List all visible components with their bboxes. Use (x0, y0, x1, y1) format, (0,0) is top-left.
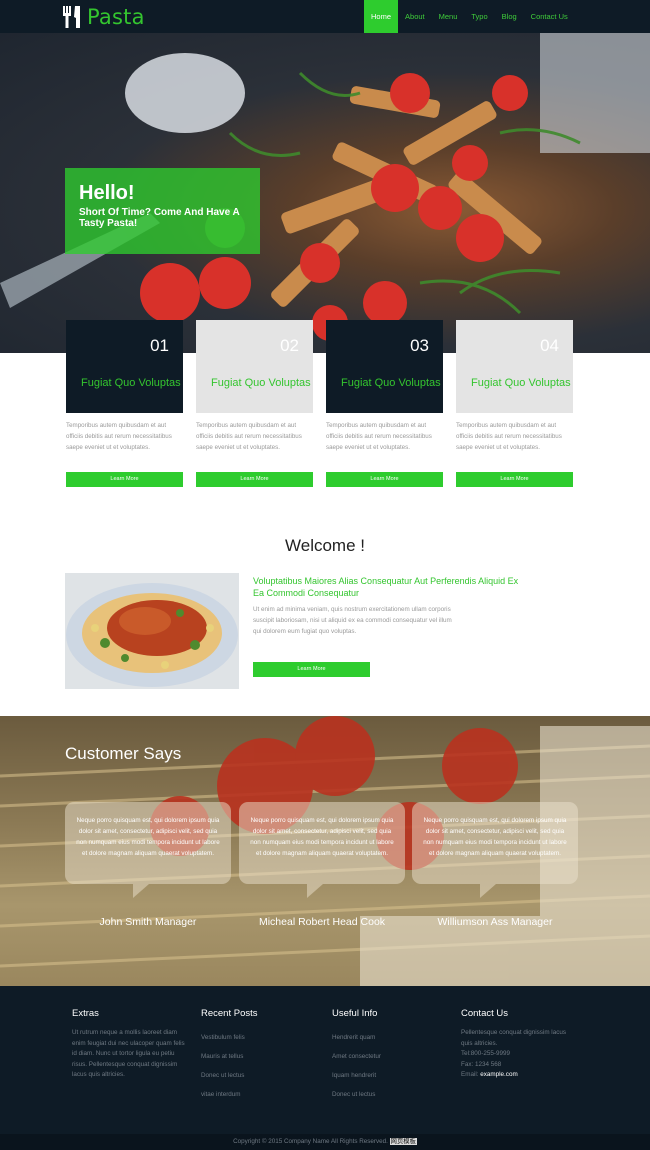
footer-useful-info: Useful Info Hendrerit quam Amet consecte… (332, 1008, 450, 1104)
hero-title: Hello! (79, 182, 135, 204)
pasta-dish-image (65, 573, 239, 689)
feature-title: Fugiat Quo Voluptas (471, 377, 571, 389)
footer-link[interactable]: Hendrerit quam (332, 1028, 450, 1047)
footer-extras-text: Ut rutrum neque a mollis laoreet diam en… (72, 1029, 185, 1078)
footer-link[interactable]: Donec ut lectus (201, 1066, 319, 1085)
nav-typo[interactable]: Typo (464, 0, 494, 33)
feature-card-4: 04 Fugiat Quo Voluptas (456, 320, 573, 413)
footer-extras: Extras Ut rutrum neque a mollis laoreet … (72, 1008, 190, 1081)
contact-email-row: Email: example.com (461, 1070, 579, 1081)
copyright-bar: Copyright © 2015 Company Name All Rights… (0, 1134, 650, 1150)
site-header: Pasta Home About Menu Typo Blog Contact … (0, 0, 650, 33)
footer-heading: Useful Info (332, 1008, 378, 1019)
footer-contact: Contact Us Pellentesque conquat dignissi… (461, 1008, 579, 1081)
copyright-link[interactable]: 网页模板 (389, 1138, 417, 1145)
testimonial-bubble: Neque porro quisquam est, qui dolorem ip… (65, 802, 231, 898)
welcome-title: Welcome ! (285, 536, 365, 555)
welcome-text: Ut enim ad minima veniam, quis nostrum e… (253, 606, 452, 635)
testimonial-bubble: Neque porro quisquam est, qui dolorem ip… (239, 802, 405, 898)
feature-title: Fugiat Quo Voluptas (81, 377, 181, 389)
hero-callout: Hello! Short Of Time? Come And Have A Ta… (65, 168, 260, 254)
footer-heading: Contact Us (461, 1008, 508, 1019)
contact-email-link[interactable]: example.com (480, 1071, 517, 1078)
bubble-tail (133, 884, 149, 898)
contact-text: Pellentesque conquat dignissim lacus qui… (461, 1029, 567, 1047)
footer-link[interactable]: vitae interdum (201, 1085, 319, 1104)
copyright-text: Copyright © 2015 Company Name All Rights… (233, 1138, 388, 1145)
learn-more-button[interactable]: Learn More (326, 472, 443, 487)
testimonials-section: Customer Says Neque porro quisquam est, … (0, 716, 650, 986)
contact-tel: Tel:800-255-9999 (461, 1050, 511, 1057)
feature-text: Temporibus autem quibusdam et aut offici… (66, 422, 172, 451)
footer-link[interactable]: Donec ut lectus (332, 1085, 450, 1104)
learn-more-button[interactable]: Learn More (66, 472, 183, 487)
learn-more-button[interactable]: Learn More (456, 472, 573, 487)
testimonial-quote: Neque porro quisquam est, qui dolorem ip… (423, 817, 567, 857)
feature-number: 02 (280, 336, 299, 355)
footer-link[interactable]: Amet consectetur (332, 1047, 450, 1066)
fork-knife-icon (63, 6, 80, 28)
testimonial-quote: Neque porro quisquam est, qui dolorem ip… (76, 817, 220, 857)
testimonial-author: Micheal Robert Head Cook (258, 916, 386, 928)
nav-blog[interactable]: Blog (495, 0, 524, 33)
logo[interactable]: Pasta (62, 4, 145, 30)
testimonial-quote: Neque porro quisquam est, qui dolorem ip… (250, 817, 394, 857)
welcome-learn-more-button[interactable]: Learn More (253, 662, 370, 677)
bubble-tail (480, 884, 496, 898)
testimonials-title: Customer Says (65, 744, 182, 763)
feature-text: Temporibus autem quibusdam et aut offici… (326, 422, 432, 451)
footer-link[interactable]: Vestibulum felis (201, 1028, 319, 1047)
footer-recent-posts: Recent Posts Vestibulum felis Mauris at … (201, 1008, 319, 1104)
nav-home[interactable]: Home (364, 0, 399, 33)
contact-fax: Fax: 1234 568 (461, 1060, 502, 1068)
feature-card-3: 03 Fugiat Quo Voluptas (326, 320, 443, 413)
site-footer: Extras Ut rutrum neque a mollis laoreet … (0, 986, 650, 1150)
feature-number: 04 (540, 336, 559, 355)
footer-link[interactable]: Mauris at tellus (201, 1047, 319, 1066)
learn-more-button[interactable]: Learn More (196, 472, 313, 487)
feature-number: 01 (150, 336, 169, 355)
brand-name: Pasta (87, 5, 145, 29)
nav-menu[interactable]: Menu (432, 0, 465, 33)
feature-text: Temporibus autem quibusdam et aut offici… (456, 422, 562, 451)
bubble-tail (307, 884, 323, 898)
testimonial-author: John Smith Manager (99, 916, 197, 928)
testimonial-bubble: Neque porro quisquam est, qui dolorem ip… (412, 802, 578, 898)
feature-card-1: 01 Fugiat Quo Voluptas (66, 320, 183, 413)
contact-email-label: Email: (461, 1071, 479, 1078)
hero-banner: Hello! Short Of Time? Come And Have A Ta… (0, 33, 650, 353)
nav-contact[interactable]: Contact Us (524, 0, 575, 33)
feature-number: 03 (410, 336, 429, 355)
testimonial-author: Williumson Ass Manager (437, 916, 553, 928)
feature-title: Fugiat Quo Voluptas (211, 377, 311, 389)
nav-about[interactable]: About (398, 0, 432, 33)
welcome-heading: Voluptatibus Maiores Alias Consequatur A… (253, 576, 519, 598)
footer-heading: Extras (72, 1008, 99, 1019)
hero-subtitle: Short Of Time? Come And Have A Tasty Pas… (79, 207, 240, 229)
main-nav: Home About Menu Typo Blog Contact Us (364, 0, 575, 33)
feature-title: Fugiat Quo Voluptas (341, 377, 441, 389)
footer-link[interactable]: Iquam hendrerit (332, 1066, 450, 1085)
feature-card-2: 02 Fugiat Quo Voluptas (196, 320, 313, 413)
feature-text: Temporibus autem quibusdam et aut offici… (196, 422, 302, 451)
footer-heading: Recent Posts (201, 1008, 258, 1019)
